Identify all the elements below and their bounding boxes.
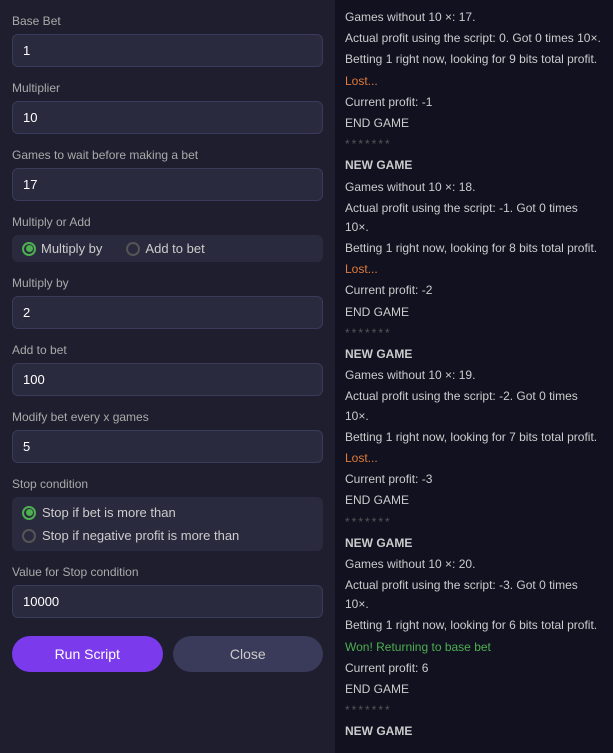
log-line: END GAME <box>345 303 603 322</box>
base-bet-label: Base Bet <box>12 14 323 28</box>
multiply-or-add-group: Multiply or Add Multiply by Add to bet <box>12 215 323 262</box>
log-line: ******* <box>345 513 603 532</box>
modify-bet-input[interactable] <box>12 430 323 463</box>
radio-stop-bet[interactable]: Stop if bet is more than <box>22 505 313 520</box>
radio-stop-negative[interactable]: Stop if negative profit is more than <box>22 528 313 543</box>
radio-stop-negative-dot <box>22 529 36 543</box>
close-button[interactable]: Close <box>173 636 324 672</box>
add-to-bet-label: Add to bet <box>12 343 323 357</box>
log-line: Betting 1 right now, looking for 7 bits … <box>345 428 603 447</box>
add-to-bet-input[interactable] <box>12 363 323 396</box>
modify-bet-group: Modify bet every x games <box>12 410 323 463</box>
run-script-button[interactable]: Run Script <box>12 636 163 672</box>
log-line: Won! Returning to base bet <box>345 638 603 657</box>
multiplier-group: Multiplier <box>12 81 323 134</box>
log-line: END GAME <box>345 680 603 699</box>
log-line: Betting 1 right now, looking for 6 bits … <box>345 616 603 635</box>
log-line: NEW GAME <box>345 722 603 741</box>
multiplier-label: Multiplier <box>12 81 323 95</box>
radio-add-label: Add to bet <box>145 241 204 256</box>
log-line: NEW GAME <box>345 534 603 553</box>
log-line: Actual profit using the script: -1. Got … <box>345 199 603 237</box>
radio-stop-negative-label: Stop if negative profit is more than <box>42 528 239 543</box>
log-line: ******* <box>345 701 603 720</box>
log-line: Current profit: 6 <box>345 659 603 678</box>
log-line: Lost... <box>345 72 603 91</box>
log-line: NEW GAME <box>345 345 603 364</box>
log-line: END GAME <box>345 114 603 133</box>
multiply-by-label: Multiply by <box>12 276 323 290</box>
stop-condition-radios: Stop if bet is more than Stop if negativ… <box>12 497 323 551</box>
log-line: Current profit: -1 <box>345 93 603 112</box>
value-stop-input[interactable] <box>12 585 323 618</box>
radio-stop-bet-label: Stop if bet is more than <box>42 505 176 520</box>
radio-multiply-dot <box>22 242 36 256</box>
log-line: Lost... <box>345 260 603 279</box>
base-bet-group: Base Bet <box>12 14 323 67</box>
radio-stop-bet-dot <box>22 506 36 520</box>
stop-condition-group: Stop condition Stop if bet is more than … <box>12 477 323 551</box>
log-line: END GAME <box>345 491 603 510</box>
log-line: Actual profit using the script: 0. Got 0… <box>345 29 603 48</box>
multiplier-input[interactable] <box>12 101 323 134</box>
action-buttons: Run Script Close <box>12 636 323 672</box>
log-line: ******* <box>345 324 603 343</box>
log-line: Games without 10 ×: 20. <box>345 555 603 574</box>
value-stop-group: Value for Stop condition <box>12 565 323 618</box>
log-line: NEW GAME <box>345 156 603 175</box>
radio-multiply-label: Multiply by <box>41 241 102 256</box>
add-to-bet-group: Add to bet <box>12 343 323 396</box>
multiply-or-add-toggle: Multiply by Add to bet <box>12 235 323 262</box>
log-line: ******* <box>345 135 603 154</box>
modify-bet-label: Modify bet every x games <box>12 410 323 424</box>
log-line: Lost... <box>345 449 603 468</box>
stop-condition-label: Stop condition <box>12 477 323 491</box>
log-line: Games without 10 ×: 18. <box>345 178 603 197</box>
log-line: Betting 1 right now, looking for 9 bits … <box>345 50 603 69</box>
log-line: Actual profit using the script: -3. Got … <box>345 576 603 614</box>
left-panel: Base Bet Multiplier Games to wait before… <box>0 0 335 753</box>
log-line: Current profit: -2 <box>345 281 603 300</box>
log-panel[interactable]: Games without 10 ×: 17. Actual profit usi… <box>335 0 613 753</box>
log-line: Games without 10 ×: 17. <box>345 8 603 27</box>
multiply-by-group: Multiply by <box>12 276 323 329</box>
log-line: Games without 10 ×: 19. <box>345 366 603 385</box>
radio-add-dot <box>126 242 140 256</box>
log-line: Actual profit using the script: -2. Got … <box>345 387 603 425</box>
base-bet-input[interactable] <box>12 34 323 67</box>
games-wait-group: Games to wait before making a bet <box>12 148 323 201</box>
games-wait-label: Games to wait before making a bet <box>12 148 323 162</box>
log-line: Betting 1 right now, looking for 8 bits … <box>345 239 603 258</box>
radio-multiply-by[interactable]: Multiply by <box>22 241 102 256</box>
multiply-or-add-label: Multiply or Add <box>12 215 323 229</box>
log-line: Current profit: -3 <box>345 470 603 489</box>
radio-add-to-bet[interactable]: Add to bet <box>126 241 204 256</box>
games-wait-input[interactable] <box>12 168 323 201</box>
multiply-by-input[interactable] <box>12 296 323 329</box>
value-stop-label: Value for Stop condition <box>12 565 323 579</box>
